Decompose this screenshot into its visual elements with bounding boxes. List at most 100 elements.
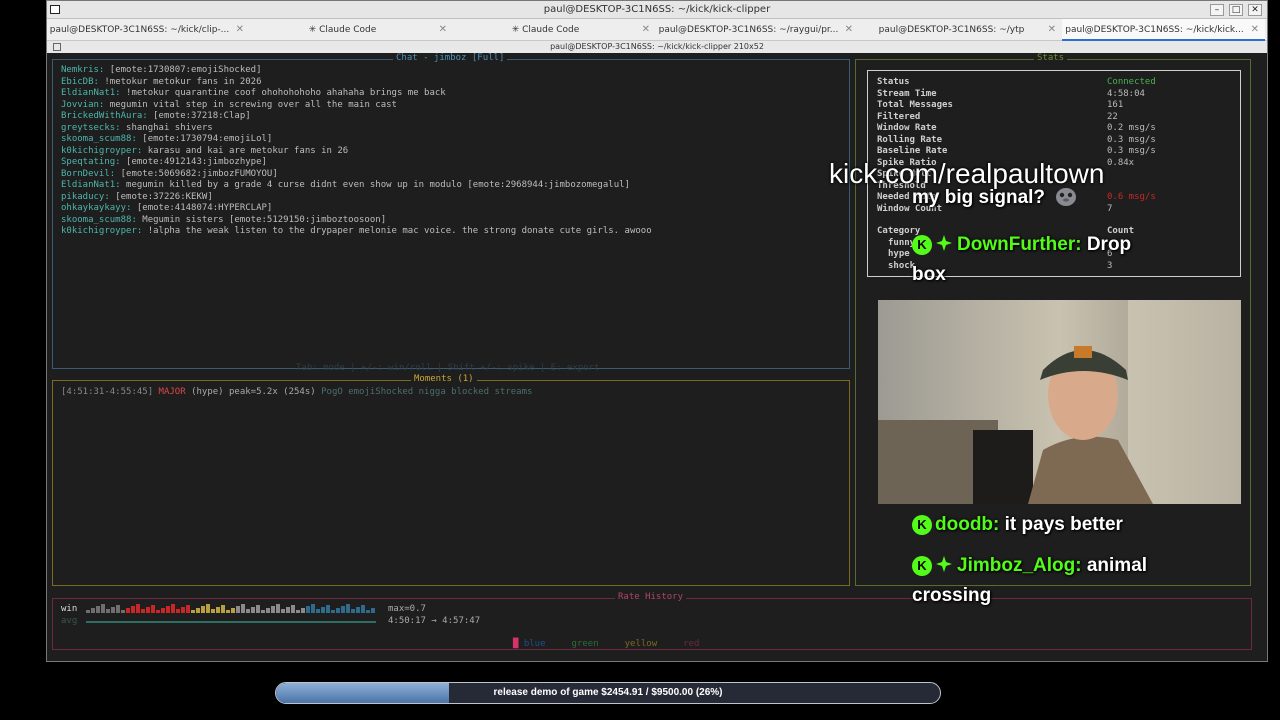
overlay-message-text: it pays better bbox=[1004, 514, 1123, 535]
chat-message-text: [emote:1730807:emojiShocked] bbox=[104, 65, 262, 75]
sparkline-bar bbox=[286, 607, 290, 613]
moment-chat-snippet: PogO emojiShocked nigga blocked streams bbox=[321, 387, 533, 397]
tab-6-active[interactable]: paul@DESKTOP-3C1N6SS: ~/kick/kick... ✕ bbox=[1062, 19, 1265, 41]
tab-label: ✳ Claude Code bbox=[511, 25, 580, 35]
avg-label: avg bbox=[61, 616, 78, 626]
sparkline-bar bbox=[156, 610, 160, 613]
overlay-chat-message: Kdoodb: it pays better bbox=[912, 514, 1123, 536]
tab-close-icon[interactable]: ✕ bbox=[642, 24, 650, 35]
tab-3[interactable]: ✳ Claude Code ✕ bbox=[453, 19, 656, 41]
chat-line: BornDevil: [emote:5069682:jimbozFUMOYOU] bbox=[61, 169, 278, 179]
sparkline-bar bbox=[276, 604, 280, 613]
tab-close-icon[interactable]: ✕ bbox=[236, 24, 244, 35]
chat-username: skooma_scum88: bbox=[61, 214, 137, 225]
stat-label: Filtered bbox=[877, 111, 921, 122]
sparkline-bar bbox=[296, 610, 300, 613]
win-label: win bbox=[61, 604, 78, 614]
chat-message-text: !alpha the weak listen to the drypaper m… bbox=[142, 226, 652, 236]
tab-bar: paul@DESKTOP-3C1N6SS: ~/kick/clip-... ✕ ✳… bbox=[47, 19, 1267, 41]
sparkline-bar bbox=[91, 608, 95, 613]
tab-label: paul@DESKTOP-3C1N6SS: ~/kick/kick... bbox=[1065, 25, 1244, 35]
stat-value: Connected bbox=[1107, 77, 1156, 87]
rate-time-range: 4:50:17 → 4:57:47 bbox=[388, 616, 481, 626]
stat-value: 0.84x bbox=[1107, 157, 1135, 168]
legend-item: red bbox=[683, 639, 700, 649]
chat-line: Speqtating: [emote:4912143:jimbozhype] bbox=[61, 157, 267, 167]
tab-4[interactable]: paul@DESKTOP-3C1N6SS: ~/raygui/pr... ✕ bbox=[656, 19, 859, 41]
stat-label: Window Rate bbox=[877, 123, 937, 133]
pin-icon[interactable] bbox=[53, 43, 61, 51]
sparkline-bar bbox=[146, 607, 150, 613]
sparkline-bar bbox=[231, 608, 235, 613]
sparkline-bar bbox=[241, 604, 245, 613]
sparkline-bar bbox=[96, 606, 100, 613]
sparkline-bar bbox=[236, 606, 240, 613]
chat-line: pikaducy: [emote:37226:KEKW] bbox=[61, 192, 213, 202]
overlay-username: doodb: bbox=[935, 514, 1000, 535]
tab-2[interactable]: ✳ Claude Code ✕ bbox=[250, 19, 453, 41]
chat-line: ohkaykaykayy: [emote:4148074:HYPERCLAP] bbox=[61, 203, 272, 213]
tab-close-icon[interactable]: ✕ bbox=[845, 24, 853, 35]
sparkline-bar bbox=[111, 607, 115, 613]
overlay-chat-message: K DownFurther: Drop bbox=[912, 234, 1131, 256]
sparkline-bar bbox=[176, 609, 180, 613]
avg-line bbox=[86, 621, 376, 623]
overlay-chat-message: my big signal? bbox=[912, 185, 1080, 209]
moment-row[interactable]: [4:51:31-4:55:45] MAJOR (hype) peak=5.2x… bbox=[61, 387, 532, 397]
overlay-message-text: animal bbox=[1086, 555, 1148, 576]
sparkline-bar bbox=[256, 605, 260, 613]
maximize-button[interactable]: □ bbox=[1229, 4, 1243, 16]
sparkline-bar bbox=[291, 605, 295, 613]
chat-username: EldianNat1: bbox=[61, 88, 121, 98]
sparkline-bar bbox=[251, 607, 255, 613]
stat-value: 7 bbox=[1107, 203, 1113, 214]
keybind-hint: Tab: mode | +/-: win/roll | Shift +/-: s… bbox=[296, 363, 600, 373]
stat-label: Status bbox=[877, 77, 910, 87]
title-bar: paul@DESKTOP-3C1N6SS: ~/kick/kick-clippe… bbox=[47, 1, 1267, 19]
overlay-username: DownFurther: bbox=[957, 234, 1082, 255]
sparkline-bar bbox=[106, 609, 110, 613]
chat-message-text: megumin killed by a grade 4 curse didnt … bbox=[120, 180, 630, 190]
sparkline-bar bbox=[356, 607, 360, 613]
sparkline-bar bbox=[311, 604, 315, 613]
stats-pane-title: Stats bbox=[1034, 53, 1068, 63]
overlay-message-continuation: crossing bbox=[912, 585, 992, 606]
emote-icon bbox=[1056, 188, 1077, 206]
minimize-button[interactable]: – bbox=[1210, 4, 1224, 16]
sparkline-bar bbox=[371, 608, 375, 613]
sparkline-bar bbox=[211, 609, 215, 613]
moment-time: [4:51:31-4:55:45] bbox=[61, 387, 154, 397]
stat-label: Total Messages bbox=[877, 100, 953, 110]
tab-label: paul@DESKTOP-3C1N6SS: ~/raygui/pr... bbox=[658, 25, 839, 35]
chat-line: BrickedWithAura: [emote:37218:Clap] bbox=[61, 111, 251, 121]
tab-close-icon[interactable]: ✕ bbox=[1048, 24, 1056, 35]
sparkline-bar bbox=[151, 605, 155, 613]
sparkline-bar bbox=[271, 606, 275, 613]
close-button[interactable]: ✕ bbox=[1248, 4, 1262, 16]
sparkline-bar bbox=[136, 604, 140, 613]
sparkline-bar bbox=[221, 605, 225, 613]
chat-message-text: !metokur metokur fans in 2026 bbox=[98, 76, 262, 87]
sparkline-bar bbox=[216, 607, 220, 613]
chat-username: EbicDB: bbox=[61, 76, 99, 87]
chat-username: ohkaykaykayy: bbox=[61, 203, 132, 213]
tab-5[interactable]: paul@DESKTOP-3C1N6SS: ~/ytp ✕ bbox=[859, 19, 1062, 41]
terminal-size-label: paul@DESKTOP-3C1N6SS: ~/kick/kick-clippe… bbox=[550, 42, 764, 51]
chat-username: skooma_scum88: bbox=[61, 134, 137, 144]
donation-goal-text: release demo of game $2454.91 / $9500.00… bbox=[493, 687, 723, 698]
sparkline-bar bbox=[346, 604, 350, 613]
sparkline-bar bbox=[171, 604, 175, 613]
legend-item: yellow bbox=[624, 639, 658, 649]
tab-1[interactable]: paul@DESKTOP-3C1N6SS: ~/kick/clip-... ✕ bbox=[47, 19, 250, 41]
sparkline-bar bbox=[336, 608, 340, 613]
overlay-message-text: Drop bbox=[1086, 234, 1132, 255]
chat-line: Jovvian: megumin vital step in screwing … bbox=[61, 100, 397, 110]
sparkline-bar bbox=[326, 605, 330, 613]
overlay-username: Jimboz_Alog: bbox=[957, 555, 1082, 576]
tab-label: paul@DESKTOP-3C1N6SS: ~/ytp bbox=[878, 25, 1025, 35]
legend-item: blue bbox=[523, 639, 546, 649]
tab-close-icon[interactable]: ✕ bbox=[1251, 24, 1259, 35]
chat-message-text: [emote:4148074:HYPERCLAP] bbox=[131, 203, 273, 213]
rate-sparkline bbox=[86, 604, 376, 623]
tab-close-icon[interactable]: ✕ bbox=[439, 24, 447, 35]
